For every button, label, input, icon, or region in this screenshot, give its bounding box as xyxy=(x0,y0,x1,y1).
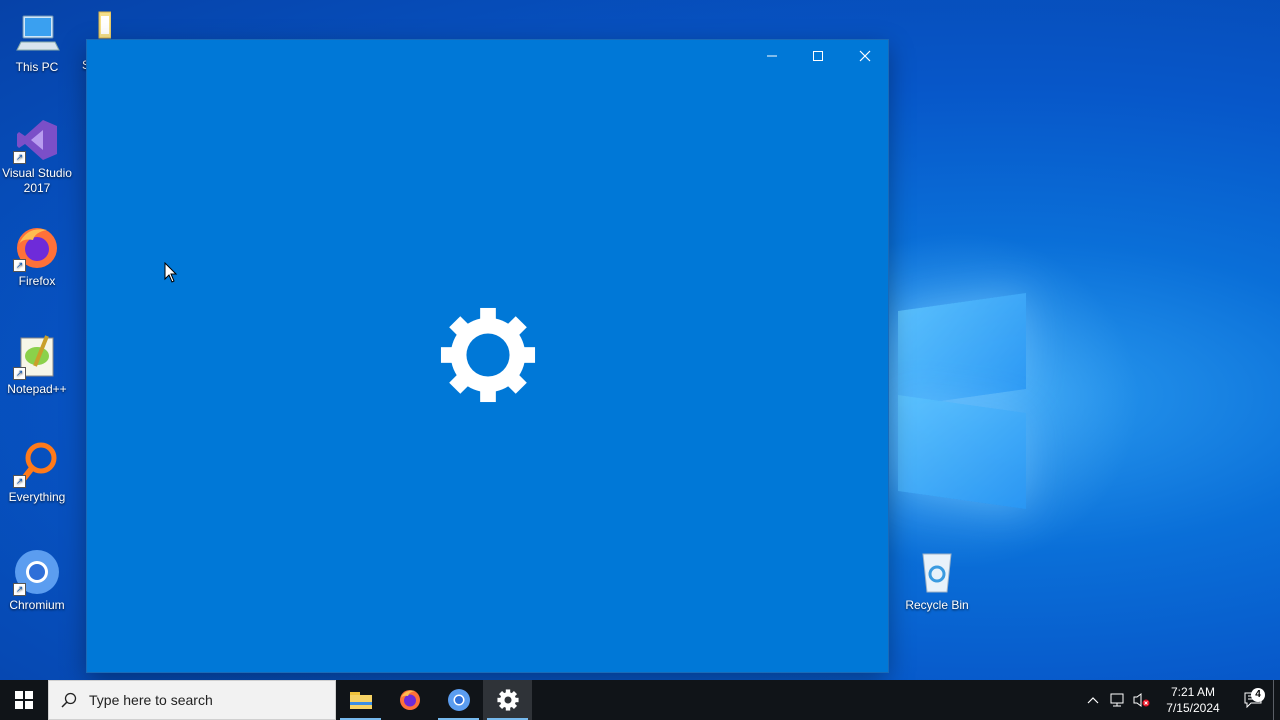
shortcut-arrow-icon: ↗ xyxy=(13,367,26,380)
chevron-up-icon xyxy=(1087,697,1099,704)
desktop-icon-visual-studio[interactable]: ↗ Visual Studio 2017 xyxy=(0,116,74,196)
taskbar-chromium[interactable] xyxy=(434,680,483,720)
this-pc-icon xyxy=(13,10,61,58)
desktop-icon-label: Recycle Bin xyxy=(905,598,969,612)
desktop-icon-everything[interactable]: ↗ Everything xyxy=(0,440,74,505)
notepadpp-icon: ↗ xyxy=(13,332,61,380)
network-button[interactable] xyxy=(1105,692,1129,708)
desktop-icon-label: Firefox xyxy=(18,274,56,288)
shortcut-arrow-icon: ↗ xyxy=(13,259,26,272)
desktop-icon-notepadpp[interactable]: ↗ Notepad++ xyxy=(0,332,74,397)
taskbar-settings[interactable] xyxy=(483,680,532,720)
desktop-icon-label: This PC xyxy=(15,60,59,74)
desktop-icon-label: Everything xyxy=(8,490,66,504)
settings-window[interactable] xyxy=(87,40,888,672)
volume-button[interactable] xyxy=(1129,692,1153,708)
shortcut-arrow-icon: ↗ xyxy=(13,475,26,488)
settings-gear-icon xyxy=(496,689,519,711)
close-icon xyxy=(859,50,871,62)
gear-icon xyxy=(440,307,536,403)
clock-time: 7:21 AM xyxy=(1170,685,1216,699)
minimize-icon xyxy=(767,55,777,57)
taskbar-search-box[interactable]: Type here to search xyxy=(48,680,336,720)
chromium-icon: ↗ xyxy=(13,548,61,596)
everything-icon: ↗ xyxy=(13,440,61,488)
clock-date: 7/15/2024 xyxy=(1166,701,1220,715)
shortcut-arrow-icon: ↗ xyxy=(13,151,26,164)
visual-studio-icon: ↗ xyxy=(13,116,61,164)
desktop-icon-label: Visual Studio 2017 xyxy=(2,166,72,195)
taskbar-firefox[interactable] xyxy=(385,680,434,720)
recycle-bin-icon xyxy=(913,548,961,596)
taskbar-clock[interactable]: 7:21 AM 7/15/2024 xyxy=(1153,684,1233,716)
mouse-cursor-icon xyxy=(164,262,178,283)
file-explorer-icon xyxy=(349,692,372,709)
show-hidden-icons-button[interactable] xyxy=(1081,696,1105,704)
search-placeholder: Type here to search xyxy=(89,692,213,708)
windows-logo-wallpaper xyxy=(888,282,1028,520)
taskbar-file-explorer[interactable] xyxy=(336,680,385,720)
close-button[interactable] xyxy=(842,40,888,72)
firefox-icon: ↗ xyxy=(13,224,61,272)
windows-start-icon xyxy=(15,691,33,709)
show-desktop-button[interactable] xyxy=(1273,680,1280,720)
shortcut-arrow-icon: ↗ xyxy=(13,583,26,596)
desktop-icon-this-pc[interactable]: This PC xyxy=(0,10,74,75)
search-icon xyxy=(49,692,89,708)
network-icon xyxy=(1110,693,1124,707)
system-tray: 7:21 AM 7/15/2024 4 xyxy=(1081,680,1280,720)
action-center-button[interactable]: 4 xyxy=(1233,688,1273,708)
notification-count-badge: 4 xyxy=(1251,688,1265,702)
taskbar: Type here to search 7:21 AM 7/15/2024 4 xyxy=(0,680,1280,720)
volume-muted-icon xyxy=(1133,693,1150,707)
minimize-button[interactable] xyxy=(749,40,795,72)
desktop-icon-recycle-bin[interactable]: Recycle Bin xyxy=(900,548,974,613)
desktop-icon-firefox[interactable]: ↗ Firefox xyxy=(0,224,74,289)
maximize-icon xyxy=(813,51,823,61)
firefox-icon xyxy=(399,690,420,710)
maximize-button[interactable] xyxy=(795,40,841,72)
desktop-icon-label: Notepad++ xyxy=(7,382,67,396)
chromium-icon xyxy=(447,689,470,711)
desktop-icon-label: Chromium xyxy=(9,598,65,612)
desktop-icon-chromium[interactable]: ↗ Chromium xyxy=(0,548,74,613)
start-button[interactable] xyxy=(0,680,48,720)
